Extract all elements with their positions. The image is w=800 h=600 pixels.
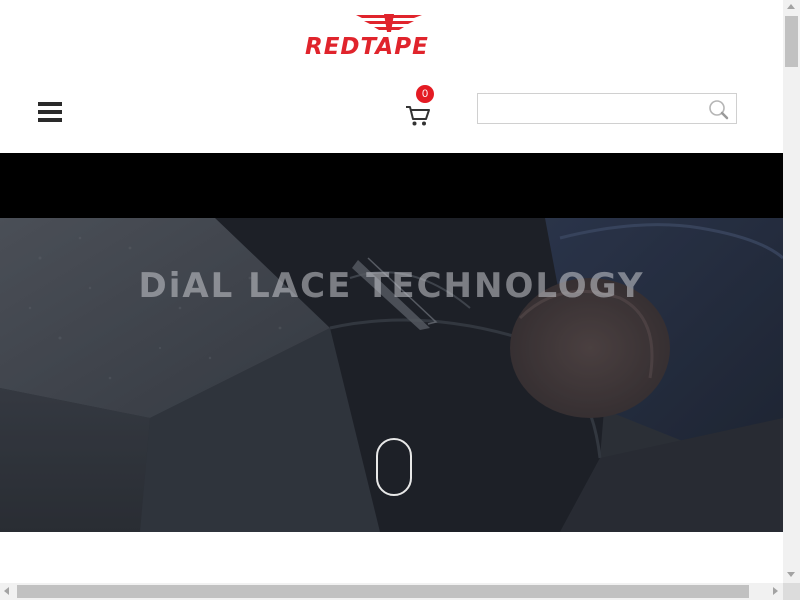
menu-button[interactable] [38,102,62,124]
cart-count-badge: 0 [416,85,434,103]
wings-logo-icon [356,14,422,32]
hamburger-icon [38,102,62,106]
logo-text: REDTAPE [305,34,429,60]
brand-logo[interactable]: REDTAPE [300,12,480,62]
horizontal-scroll-thumb[interactable] [17,585,749,598]
vertical-scrollbar[interactable] [783,0,800,583]
scroll-up-arrow-icon[interactable] [787,4,795,9]
hamburger-icon-line [38,118,62,122]
vertical-scroll-thumb[interactable] [785,16,798,67]
hero-title: DiAL LACE TECHNOLOGY [138,266,645,306]
page: REDTAPE 0 DiAL LACE TECHNOLOGY [0,0,783,583]
horizontal-scrollbar[interactable] [0,583,783,600]
cart-icon [406,106,430,126]
scrollbar-corner [783,583,800,600]
scroll-left-arrow-icon[interactable] [4,587,9,595]
scroll-right-arrow-icon[interactable] [773,587,778,595]
search-icon[interactable] [708,99,730,121]
scroll-mouse-icon[interactable] [376,438,412,496]
search-box [477,93,737,124]
hero-top-band [0,153,783,218]
hamburger-icon-line [38,110,62,114]
cart-button[interactable] [405,104,431,128]
scroll-down-arrow-icon[interactable] [787,572,795,577]
hero-banner[interactable]: DiAL LACE TECHNOLOGY [0,218,783,532]
search-input[interactable] [478,94,703,123]
